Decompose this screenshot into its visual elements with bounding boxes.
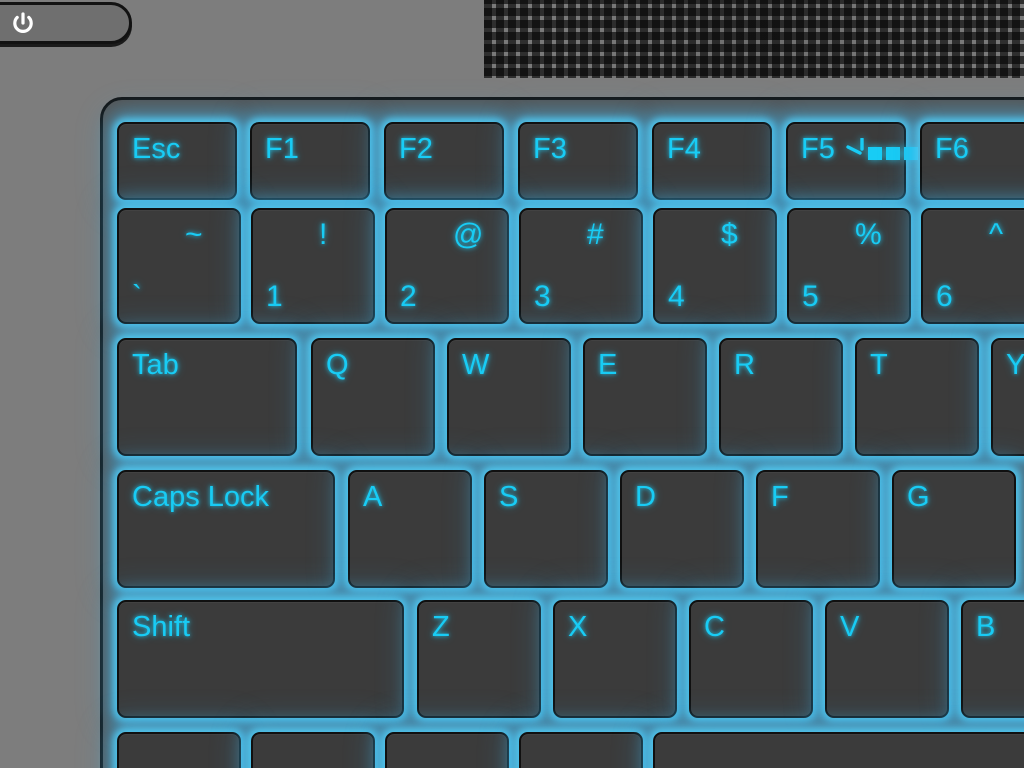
key-tab[interactable]: Tab: [117, 338, 297, 456]
key-f5[interactable]: F5: [786, 122, 918, 200]
key-a[interactable]: A: [348, 470, 472, 588]
key-f2-label: F2: [399, 133, 433, 165]
key-b[interactable]: B: [961, 600, 1024, 718]
key-f1-label: F1: [265, 133, 299, 165]
key-4[interactable]: $4: [653, 208, 777, 324]
key-c[interactable]: C: [689, 600, 813, 718]
key-6[interactable]: ^ 6: [921, 208, 1024, 324]
key-d[interactable]: D: [620, 470, 744, 588]
key-backtick-base-label: `: [132, 280, 142, 313]
key-5-shifted-label: %: [855, 218, 882, 251]
key-g[interactable]: G: [892, 470, 1016, 588]
key-v-label: V: [840, 611, 860, 643]
key-4-shifted-label: $: [721, 218, 738, 251]
keyboard-backlight-icon: [846, 138, 918, 160]
key-f4[interactable]: F4: [652, 122, 772, 200]
key-3[interactable]: #3: [519, 208, 643, 324]
key-1[interactable]: ! 1: [251, 208, 375, 324]
key-1-shifted-label: !: [319, 218, 328, 251]
key-x[interactable]: X: [553, 600, 677, 718]
key-t[interactable]: T: [855, 338, 979, 456]
key-z-label: Z: [432, 611, 450, 643]
key-5-base-label: 5: [802, 280, 819, 313]
key-z[interactable]: Z: [417, 600, 541, 718]
key-alt-left[interactable]: [519, 732, 643, 768]
key-g-label: G: [907, 481, 930, 513]
key-t-label: T: [870, 349, 888, 381]
key-3-shifted-label: #: [587, 218, 604, 251]
key-esc[interactable]: Esc: [117, 122, 237, 200]
key-q[interactable]: Q: [311, 338, 435, 456]
key-f3[interactable]: F3: [518, 122, 638, 200]
key-6-shifted-label: ^: [989, 218, 1004, 251]
key-caps-lock[interactable]: Caps Lock: [117, 470, 335, 588]
key-meta-left[interactable]: [385, 732, 509, 768]
key-5[interactable]: % 5: [787, 208, 911, 324]
key-f-label: F: [771, 481, 789, 513]
key-s-label: S: [499, 481, 519, 513]
key-1-base-label: 1: [266, 280, 283, 313]
key-caps-lock-label: Caps Lock: [132, 481, 270, 513]
key-f4-label: F4: [667, 133, 701, 165]
key-e[interactable]: E: [583, 338, 707, 456]
key-shift-left-label: Shift: [132, 611, 191, 643]
key-2-base-label: 2: [400, 280, 417, 313]
key-a-label: A: [363, 481, 383, 513]
key-e-label: E: [598, 349, 618, 381]
keyboard-keys-layer: Esc F1 F2 F3 F4 F5 F6 ~ `! 1 @2 #3 $4% 5 ^ 6 Tab Q W E R T Y Ca…: [0, 0, 1024, 768]
key-f[interactable]: F: [756, 470, 880, 588]
key-space[interactable]: [653, 732, 1024, 768]
key-f6-label: F6: [935, 133, 969, 165]
key-shift-left[interactable]: Shift: [117, 600, 404, 718]
key-d-label: D: [635, 481, 656, 513]
key-f2[interactable]: F2: [384, 122, 504, 200]
key-f6[interactable]: F6: [920, 122, 1024, 200]
key-3-base-label: 3: [534, 280, 551, 313]
key-r-label: R: [734, 349, 755, 381]
key-y-label: Y: [1006, 349, 1024, 381]
key-4-base-label: 4: [668, 280, 685, 313]
key-b-label: B: [976, 611, 996, 643]
key-fn[interactable]: [251, 732, 375, 768]
screenshot-root: Esc F1 F2 F3 F4 F5 F6 ~ `! 1 @2 #3 $4% 5 ^ 6 Tab Q W E R T Y Ca…: [0, 0, 1024, 768]
key-esc-label: Esc: [132, 133, 181, 165]
key-s[interactable]: S: [484, 470, 608, 588]
key-f3-label: F3: [533, 133, 567, 165]
key-6-base-label: 6: [936, 280, 953, 313]
key-f1[interactable]: F1: [250, 122, 370, 200]
key-y[interactable]: Y: [991, 338, 1024, 456]
key-w-label: W: [462, 349, 490, 381]
key-f5-label: F5: [801, 133, 835, 165]
key-r[interactable]: R: [719, 338, 843, 456]
key-tab-label: Tab: [132, 349, 179, 381]
key-2[interactable]: @2: [385, 208, 509, 324]
key-c-label: C: [704, 611, 725, 643]
key-2-shifted-label: @: [453, 218, 484, 251]
key-backtick[interactable]: ~ `: [117, 208, 241, 324]
key-v[interactable]: V: [825, 600, 949, 718]
key-ctrl-left[interactable]: [117, 732, 241, 768]
key-w[interactable]: W: [447, 338, 571, 456]
key-q-label: Q: [326, 349, 349, 381]
key-x-label: X: [568, 611, 588, 643]
key-backtick-shifted-label: ~: [185, 218, 203, 251]
